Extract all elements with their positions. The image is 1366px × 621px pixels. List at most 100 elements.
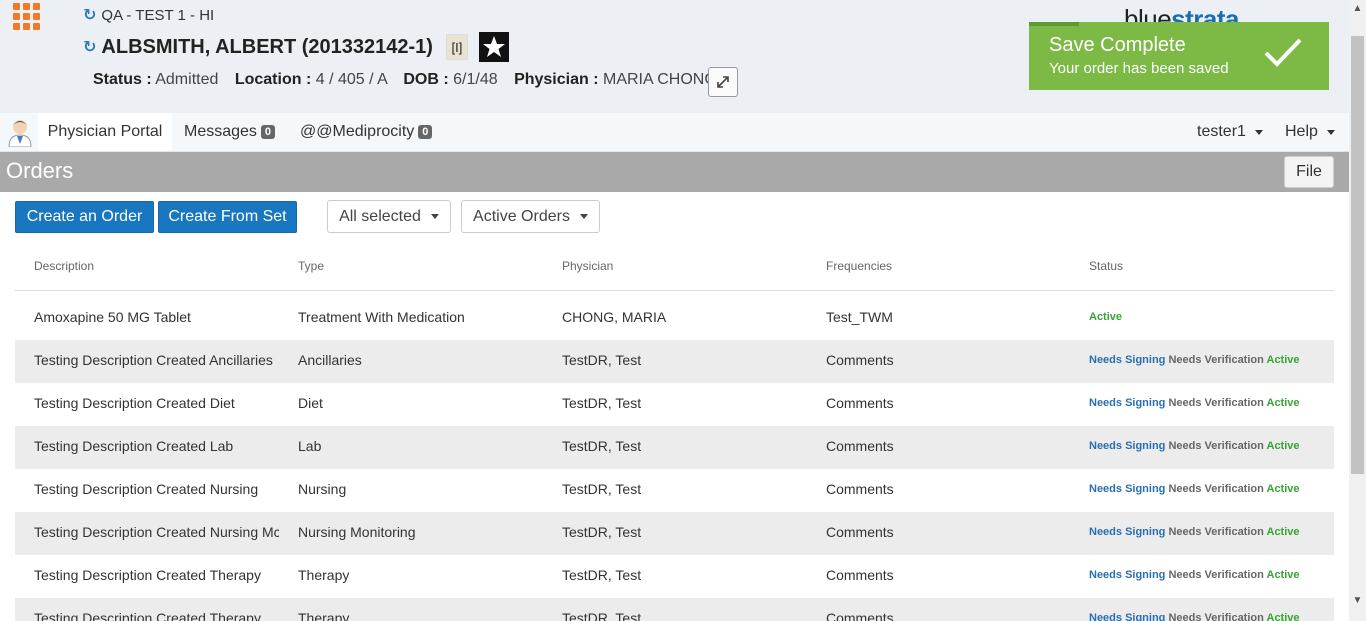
cell-type: Nursing Monitoring [298,524,416,540]
physician-label: Physician : [514,71,599,88]
cell-type: Diet [298,395,323,411]
status-needs-verification: Needs Verification [1168,397,1264,409]
column-status[interactable]: Status [1089,259,1123,273]
location-value: 4 / 405 / A [315,71,387,88]
cell-frequency: Comments [826,352,894,368]
facility-name: QA - TEST 1 - HI [101,6,215,24]
cell-type: Therapy [298,610,350,621]
cell-physician: TestDR, Test [562,481,642,497]
table-row[interactable]: Testing Description Created Nursing Mc N… [15,512,1334,555]
status-needs-signing: Needs Signing [1089,612,1166,621]
cell-description: Testing Description Created Therapy [34,567,261,583]
cell-description: Testing Description Created Therapy [34,610,261,621]
column-frequencies[interactable]: Frequencies [826,259,892,273]
patient-info-line: Status : Admitted Location : 4 / 405 / A… [93,71,717,89]
help-menu[interactable]: Help [1285,113,1335,151]
status-active: Active [1266,354,1300,366]
column-physician[interactable]: Physician [562,259,613,273]
status-needs-signing: Needs Signing [1089,483,1166,495]
status-active: Active [1266,483,1300,495]
cell-status: Needs Signing Needs Verification Active [1089,526,1300,538]
location-label: Location : [234,71,312,88]
status-needs-signing: Needs Signing [1089,526,1166,538]
type-filter-caret-icon [430,214,439,219]
cell-status: Needs Signing Needs Verification Active [1089,483,1300,495]
nav-physician-portal-label: Physician Portal [47,123,163,140]
status-needs-verification: Needs Verification [1168,526,1264,538]
cell-physician: TestDR, Test [562,438,642,454]
nav-physician-portal[interactable]: Physician Portal [38,113,172,151]
help-label: Help [1285,123,1318,140]
user-name: tester1 [1197,123,1246,140]
orders-title-bar: Orders File [0,152,1349,192]
status-needs-verification: Needs Verification [1168,354,1264,366]
create-order-button[interactable]: Create an Order [15,201,154,233]
cell-status: Needs Signing Needs Verification Active [1089,569,1300,581]
refresh-facility-icon[interactable]: ↻ [83,5,96,25]
user-menu[interactable]: tester1 [1197,113,1263,151]
star-badge-icon[interactable] [478,32,509,62]
cell-physician: CHONG, MARIA [562,309,667,325]
facility-line: ↻ QA - TEST 1 - HI [83,5,214,25]
cell-frequency: Test_TWM [826,309,893,325]
scroll-up-arrow-icon[interactable]: ▲ [1349,0,1366,17]
patient-flag[interactable]: [I] [445,34,468,60]
top-nav: Physician Portal Messages 0 @@Mediprocit… [0,113,1366,152]
scrollbar-thumb[interactable] [1351,36,1364,474]
status-active: Active [1266,440,1300,452]
cell-type: Lab [298,438,322,454]
cell-status: Needs Signing Needs Verification Active [1089,354,1300,366]
orders-table-header: Description Type Physician Frequencies S… [15,246,1334,291]
status-needs-signing: Needs Signing [1089,440,1166,452]
patient-line: ↻ ALBSMITH, ALBERT (201332142-1) [I] [83,32,509,62]
expand-icon [717,76,729,88]
checkmark-icon [1264,38,1302,67]
nav-messages[interactable]: Messages 0 [184,113,276,151]
user-caret-icon [1254,129,1263,135]
type-filter-dropdown[interactable]: All selected [327,200,451,233]
cell-physician: TestDR, Test [562,610,642,621]
status-needs-signing: Needs Signing [1089,569,1166,581]
status-needs-verification: Needs Verification [1168,483,1264,495]
app-launcher-icon[interactable] [13,3,40,30]
refresh-patient-icon[interactable]: ↻ [83,37,96,57]
cell-frequency: Comments [826,481,894,497]
cell-description: Testing Description Created Diet [34,395,235,411]
status-value: Admitted [155,71,219,88]
column-type[interactable]: Type [298,259,324,273]
status-label: Status : [93,71,152,88]
cell-type: Nursing [298,481,347,497]
status-needs-signing: Needs Signing [1089,354,1166,366]
cell-type: Treatment With Medication [298,309,465,325]
dob-value: 6/1/48 [453,71,498,88]
cell-physician: TestDR, Test [562,352,642,368]
cell-physician: TestDR, Test [562,395,642,411]
expand-button[interactable] [708,67,738,97]
nav-mediprocity[interactable]: @@Mediprocity 0 [300,113,433,151]
table-row[interactable]: Testing Description Created Ancillaries … [15,340,1334,383]
cell-description: Testing Description Created Nursing [34,481,259,497]
nav-mediprocity-label: @@Mediprocity [300,123,415,140]
cell-description: Amoxapine 50 MG Tablet [34,309,191,325]
scroll-down-arrow-icon[interactable]: ▼ [1349,592,1366,609]
vertical-scrollbar[interactable]: ▲ ▼ [1349,0,1366,621]
orders-title: Orders [6,158,74,183]
cell-frequency: Comments [826,395,894,411]
save-toast[interactable]: Save Complete Your order has been saved [1029,22,1329,90]
dob-label: DOB : [403,71,449,88]
file-button[interactable]: File [1284,156,1334,188]
order-status-dropdown[interactable]: Active Orders [461,200,600,233]
table-row[interactable]: Testing Description Created Therapy Ther… [15,555,1334,598]
create-from-set-button[interactable]: Create From Set [158,201,297,233]
column-description[interactable]: Description [34,259,94,273]
help-caret-icon [1326,129,1335,135]
table-row[interactable]: Testing Description Created Lab Lab Test… [15,426,1334,469]
table-row[interactable]: Testing Description Created Therapy Ther… [15,598,1334,621]
table-row[interactable]: Amoxapine 50 MG Tablet Treatment With Me… [15,297,1334,340]
status-needs-verification: Needs Verification [1168,569,1264,581]
status-needs-verification: Needs Verification [1168,440,1264,452]
table-row[interactable]: Testing Description Created Diet Diet Te… [15,383,1334,426]
status-active: Active [1089,311,1123,323]
table-row[interactable]: Testing Description Created Nursing Nurs… [15,469,1334,512]
order-status-caret-icon [579,214,588,219]
